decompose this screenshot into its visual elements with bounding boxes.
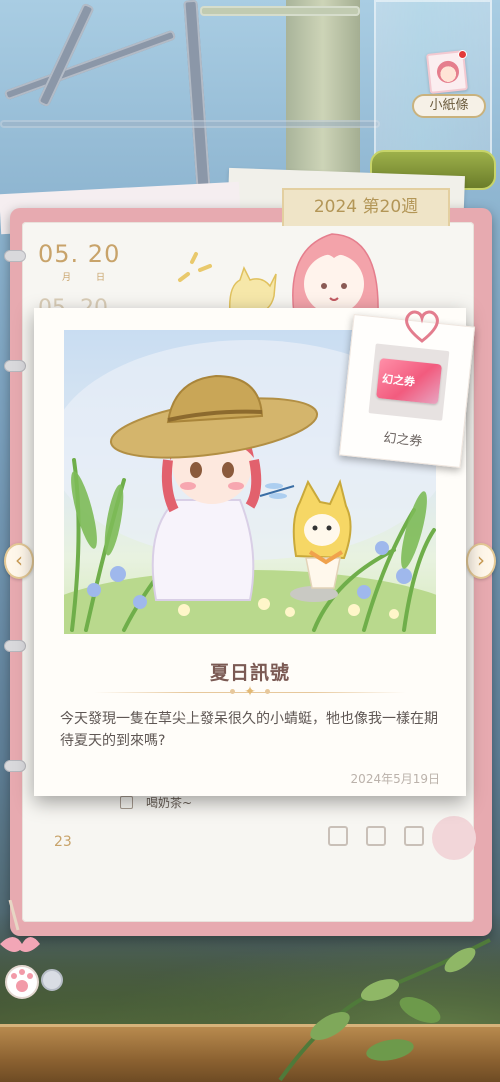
binder-ring bbox=[4, 360, 26, 372]
reward-name: 幻之券 bbox=[382, 430, 423, 450]
todo-item-text: 喝奶茶~ bbox=[146, 796, 193, 810]
heart-clip-icon bbox=[405, 310, 439, 343]
sparkle-icon bbox=[178, 252, 212, 282]
paw-charm bbox=[0, 900, 63, 999]
binder-ring bbox=[4, 250, 26, 262]
ticket-text: 幻之券 bbox=[381, 372, 416, 389]
ticket-icon: 幻之券 bbox=[376, 358, 442, 405]
notification-dot bbox=[458, 50, 467, 59]
prev-page-button[interactable]: ‹ bbox=[4, 543, 34, 579]
binder-ring bbox=[4, 760, 26, 772]
notes-button[interactable]: 小紙條 bbox=[412, 94, 486, 118]
ticket-image: 幻之券 bbox=[368, 343, 450, 421]
next-page-button[interactable]: › bbox=[466, 543, 496, 579]
pink-stamp bbox=[432, 816, 476, 860]
sticker-slot[interactable] bbox=[404, 826, 424, 846]
date-text: 05. 20 bbox=[38, 240, 121, 268]
todo-checkbox[interactable] bbox=[120, 796, 133, 809]
week-tab: 2024 第20週 bbox=[282, 188, 450, 226]
sticker-slot[interactable] bbox=[328, 826, 348, 846]
month-char: 月 bbox=[62, 273, 72, 283]
girl-sketch bbox=[292, 233, 379, 315]
page-number: 23 bbox=[54, 834, 72, 850]
binder-ring bbox=[4, 640, 26, 652]
divider-dot bbox=[230, 689, 235, 694]
divider-ornament-icon: ✦ bbox=[244, 684, 256, 700]
entry-body-text: 今天發現一隻在草尖上發呆很久的小蜻蜓，牠也像我一樣在期待夏天的到來嗎? bbox=[60, 711, 438, 749]
sticker-slot[interactable] bbox=[366, 826, 386, 846]
day-char: 日 bbox=[96, 273, 106, 283]
journal-date: 05. 20 月 日 bbox=[38, 240, 121, 283]
entry-title: 夏日訊號 bbox=[209, 662, 290, 684]
entry-date: 2024年5月19日 bbox=[350, 772, 440, 786]
vine-leaves bbox=[278, 938, 491, 1082]
divider-dot bbox=[265, 689, 270, 694]
